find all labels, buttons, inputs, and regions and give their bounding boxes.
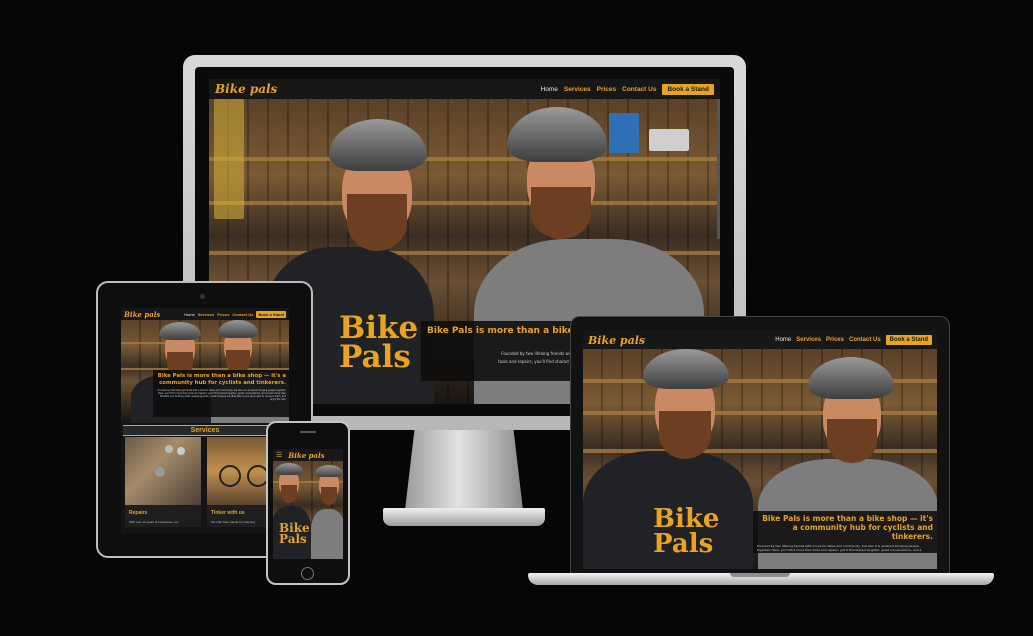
hero-body: Founded by two lifelong friends with a l… <box>757 544 922 552</box>
shelf <box>583 411 937 415</box>
person-right-beard <box>827 419 877 463</box>
service-card-text: With over 10 years of experience, we <box>129 520 179 524</box>
tablet-nav-links: Home Services Prices Contact Us Book a S… <box>184 310 286 318</box>
person-right-helmet <box>315 465 343 477</box>
hero-heading: Bike Pals is more than a bike shop — it'… <box>762 514 933 541</box>
service-card[interactable]: Repairs With over 10 years of experience… <box>125 437 201 527</box>
person-left-beard <box>347 194 407 251</box>
shirt-logo: Bike Pals <box>279 522 310 547</box>
tablet-hero-image: Bike Pals is more than a bike shop — it'… <box>121 320 289 423</box>
tool-rack-item <box>609 113 639 153</box>
laptop-hero-image: Bike Pals Bike Pals is more than a bike … <box>583 349 937 569</box>
site-logo[interactable]: Bike pals <box>288 451 324 460</box>
shirt-logo-line: Pals <box>279 532 307 547</box>
person-right-shirt <box>311 509 343 559</box>
laptop-site: Bike pals Home Services Prices Contact U… <box>583 331 937 569</box>
nav-contact[interactable]: Contact Us <box>849 337 881 343</box>
phone-speaker <box>300 431 316 433</box>
person-left-helmet <box>643 349 729 389</box>
person-left-beard <box>281 485 297 503</box>
shirt-logo-line: Pals <box>653 528 714 559</box>
hero-overlay: Bike Pals is more than a bike shop — it'… <box>753 511 937 553</box>
person-left-helmet <box>159 322 201 340</box>
laptop-lid: Bike pals Home Services Prices Contact U… <box>570 316 950 574</box>
nav-services[interactable]: Services <box>796 337 821 343</box>
tablet-navbar: Bike pals Home Services Prices Contact U… <box>121 308 289 320</box>
desktop-scrollbar[interactable] <box>717 99 720 239</box>
nav-services[interactable]: Services <box>198 312 214 317</box>
shirt-logo: Bike Pals <box>339 312 418 376</box>
tool-rack-item <box>649 129 689 151</box>
laptop-navbar: Bike pals Home Services Prices Contact U… <box>583 331 937 349</box>
service-card-title: Repairs <box>129 510 148 516</box>
shelf <box>121 342 289 344</box>
shirt-logo: Bike Pals <box>653 504 720 559</box>
nav-prices[interactable]: Prices <box>217 312 229 317</box>
hero-heading: Bike Pals is more than a bike shop — it'… <box>157 373 286 386</box>
desktop-navbar: Bike pals Home Services Prices Contact U… <box>209 79 720 99</box>
desktop-nav-links: Home Services Prices Contact Us Book a S… <box>541 83 714 95</box>
laptop-nav-links: Home Services Prices Contact Us Book a S… <box>775 335 932 345</box>
person-left-beard <box>659 411 711 459</box>
book-stand-button[interactable]: Book a Stand <box>256 310 286 318</box>
bike-wheel-icon <box>219 465 241 487</box>
phone-navbar: ☰ Bike pals <box>273 449 343 461</box>
person-right-helmet <box>218 320 258 338</box>
tablet-site: Bike pals Home Services Prices Contact U… <box>121 308 289 533</box>
person-right-helmet <box>808 357 894 399</box>
phone-frame: ☰ Bike pals Bike Pals <box>266 421 350 585</box>
book-stand-button[interactable]: Book a Stand <box>662 83 714 95</box>
nav-contact[interactable]: Contact Us <box>622 86 656 93</box>
nav-services[interactable]: Services <box>564 86 591 93</box>
service-card-image <box>125 437 201 505</box>
hero-overlay: Bike Pals is more than a bike shop — it'… <box>153 370 289 417</box>
nav-contact[interactable]: Contact Us <box>232 312 253 317</box>
bolt-icon <box>155 467 165 477</box>
nav-home[interactable]: Home <box>541 86 558 93</box>
services-section: Services Repairs With over 10 years of e… <box>121 423 289 533</box>
site-logo[interactable]: Bike pals <box>124 310 160 319</box>
book-stand-button[interactable]: Book a Stand <box>885 335 932 345</box>
shelf <box>209 201 720 205</box>
person-right-helmet <box>507 107 607 162</box>
monitor-base <box>383 508 545 526</box>
phone-hero-image: Bike Pals <box>273 461 343 559</box>
shirt-logo-line: Pals <box>339 339 411 376</box>
nav-prices[interactable]: Prices <box>597 86 617 93</box>
bolt-icon <box>177 447 185 455</box>
tool-rack-item <box>214 99 244 219</box>
person-left-helmet <box>329 119 427 171</box>
nav-home[interactable]: Home <box>775 337 791 343</box>
laptop-notch <box>730 573 790 577</box>
phone-home-button[interactable] <box>301 567 314 580</box>
services-heading: Services <box>123 425 287 436</box>
monitor-neck <box>405 430 523 510</box>
tablet-camera <box>200 294 205 299</box>
menu-icon[interactable]: ☰ <box>276 451 282 459</box>
nav-home[interactable]: Home <box>184 312 195 317</box>
site-logo[interactable]: Bike pals <box>215 82 277 96</box>
hero-body: Founded by two lifelong friends with a l… <box>157 389 287 401</box>
phone-site: ☰ Bike pals Bike Pals <box>273 449 343 559</box>
shelf <box>209 157 720 161</box>
person-right-beard <box>321 487 337 505</box>
nav-prices[interactable]: Prices <box>826 337 844 343</box>
site-logo[interactable]: Bike pals <box>588 334 645 347</box>
person-right-beard <box>531 187 591 239</box>
person-left-helmet <box>275 463 303 475</box>
bolt-icon <box>165 445 173 453</box>
shirt-logo-line: Bike <box>653 504 720 534</box>
